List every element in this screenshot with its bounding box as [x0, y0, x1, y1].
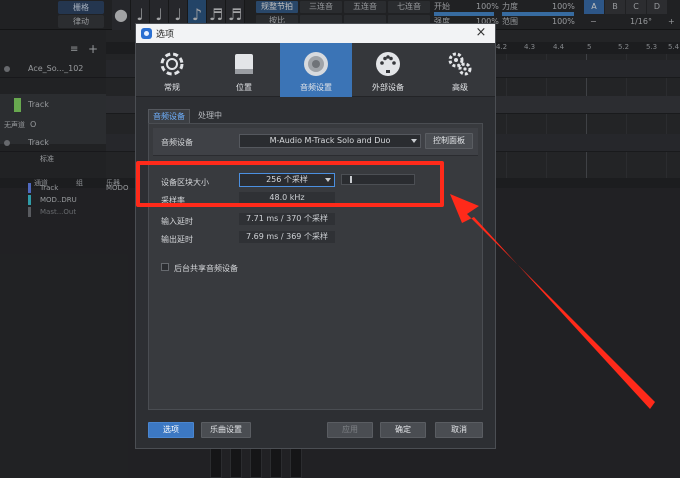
- chevron-down-icon: [411, 139, 417, 143]
- category-general[interactable]: 常规: [136, 43, 208, 97]
- apply-button[interactable]: 应用: [327, 422, 373, 438]
- output-latency-value: 7.69 ms / 369 个采样: [239, 231, 335, 243]
- category-locations[interactable]: 位置: [208, 43, 280, 97]
- cancel-button[interactable]: 取消: [435, 422, 483, 438]
- tab-processing[interactable]: 处理中: [194, 109, 226, 123]
- gear-icon: [160, 52, 184, 76]
- category-external-devices[interactable]: 外部设备: [352, 43, 424, 97]
- category-label: 外部设备: [372, 83, 404, 92]
- audio-device-select[interactable]: M-Audio M-Track Solo and Duo: [239, 134, 421, 148]
- drive-icon: [235, 54, 253, 74]
- category-advanced[interactable]: 高级: [424, 43, 496, 97]
- dialog-titlebar[interactable]: 选项 ×: [136, 24, 495, 43]
- tab-audio-device[interactable]: 音频设备: [148, 109, 190, 123]
- dialog-title: 选项: [156, 30, 175, 40]
- close-icon[interactable]: ×: [473, 25, 489, 41]
- highlight-box: [136, 161, 444, 207]
- input-latency-value: 7.71 ms / 370 个采样: [239, 213, 335, 225]
- options-dialog: 选项 × 常规 位置 音频设置 外部设备 高级 音频设备 处理中 音频设备 M-…: [135, 23, 496, 449]
- device-row: 音频设备 M-Audio M-Track Solo and Duo 控制面板: [153, 128, 478, 156]
- song-settings-button[interactable]: 乐曲设置: [201, 422, 251, 438]
- category-label: 位置: [236, 83, 252, 92]
- category-audio-setup[interactable]: 音频设置: [280, 43, 352, 97]
- speaker-icon: [304, 52, 328, 76]
- category-label: 高级: [452, 83, 468, 92]
- category-label: 音频设置: [300, 83, 332, 92]
- background-share-checkbox[interactable]: [161, 263, 169, 271]
- input-latency-label: 输入延时: [161, 217, 193, 226]
- screen: 栅格 律动 ● ♩ ♩ ♩ ♪ ♬ ♬ 规整节拍 三连音 五连音 七连音 按比 …: [0, 0, 680, 478]
- app-icon: [141, 28, 152, 39]
- control-panel-button[interactable]: 控制面板: [425, 133, 473, 149]
- midi-icon: [376, 52, 400, 76]
- background-share-label: 后台共享音频设备: [174, 264, 238, 273]
- options-button[interactable]: 选项: [148, 422, 194, 438]
- gears-icon: [448, 52, 472, 76]
- category-label: 常规: [164, 83, 180, 92]
- audio-device-value: M-Audio M-Track Solo and Duo: [269, 136, 391, 145]
- output-latency-label: 输出延时: [161, 235, 193, 244]
- category-bar: 常规 位置 音频设置 外部设备 高级: [136, 43, 495, 97]
- ok-button[interactable]: 确定: [380, 422, 426, 438]
- audio-device-label: 音频设备: [161, 138, 193, 147]
